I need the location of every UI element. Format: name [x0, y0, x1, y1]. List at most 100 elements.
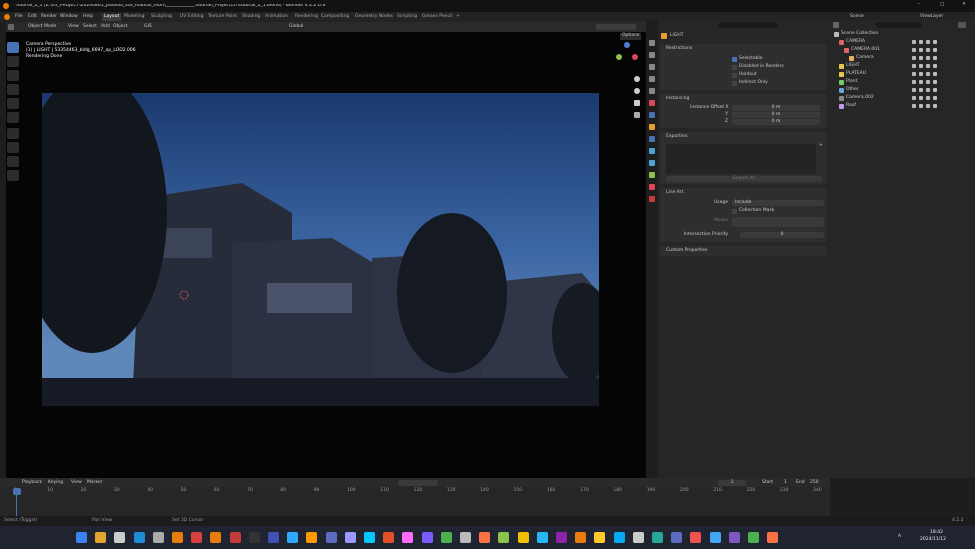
camera-toggle-icon[interactable]	[933, 104, 937, 108]
camera-toggle-icon[interactable]	[933, 96, 937, 100]
select-toggle-icon[interactable]	[919, 104, 923, 108]
usage-dropdown[interactable]: Include	[732, 200, 824, 206]
outliner-search-input[interactable]	[876, 22, 922, 28]
taskbar-app-icon[interactable]	[210, 532, 222, 543]
exporters-header[interactable]: Exporters	[666, 134, 688, 140]
taskbar-app-icon[interactable]	[556, 532, 567, 543]
checkbox-icon[interactable]	[912, 64, 916, 68]
line-art-header[interactable]: Line Art	[666, 190, 684, 196]
scale-tool-icon[interactable]	[7, 98, 19, 109]
taskbar-app-icon[interactable]	[479, 532, 491, 543]
lock-icon[interactable]	[634, 112, 640, 118]
instance-offset-y-field[interactable]: 0 m	[732, 112, 820, 118]
add-exporter-button[interactable]: +	[819, 143, 823, 149]
taskbar-app-icon[interactable]	[690, 532, 702, 543]
workspace-tab-animation[interactable]: Animation	[265, 14, 288, 20]
select-toggle-icon[interactable]	[919, 48, 923, 52]
maximize-button[interactable]: □	[940, 2, 944, 8]
viewport-menu-select[interactable]: Select	[83, 24, 97, 30]
output-tab-icon[interactable]	[649, 64, 655, 70]
menu-edit[interactable]: Edit	[28, 14, 37, 20]
pan-icon[interactable]	[634, 88, 640, 94]
render-tab-icon[interactable]	[649, 52, 655, 58]
editor-type-icon[interactable]	[8, 24, 14, 30]
texture-tab-icon[interactable]	[649, 196, 655, 202]
taskbar-app-icon[interactable]	[152, 532, 164, 543]
properties-search-input[interactable]	[718, 22, 778, 28]
taskbar-app-icon[interactable]	[652, 532, 663, 543]
add-workspace-button[interactable]: +	[456, 14, 460, 20]
taskbar-app-icon[interactable]	[172, 532, 183, 543]
exporters-list[interactable]	[666, 144, 816, 174]
gizmo-y-axis-icon[interactable]	[616, 54, 622, 60]
taskbar-app-icon[interactable]	[383, 532, 395, 543]
outliner-row[interactable]: Other	[830, 87, 975, 94]
playback-controls[interactable]	[398, 480, 438, 486]
taskbar-app-icon[interactable]	[575, 532, 587, 543]
shading-modes-group[interactable]	[596, 24, 636, 30]
eye-icon[interactable]	[926, 88, 930, 92]
object-name-field[interactable]: LIGHT	[670, 33, 683, 39]
select-toggle-icon[interactable]	[919, 88, 923, 92]
timeline-menu-view[interactable]: View	[71, 480, 82, 486]
eye-icon[interactable]	[926, 72, 930, 76]
camera-toggle-icon[interactable]	[933, 72, 937, 76]
taskbar-app-icon[interactable]	[268, 532, 279, 543]
timeline-menu-keying[interactable]: Keying	[48, 480, 63, 486]
end-frame-field[interactable]: 250	[810, 480, 819, 486]
taskbar-app-icon[interactable]	[76, 532, 87, 543]
blender-menu-icon[interactable]	[4, 14, 10, 20]
select-toggle-icon[interactable]	[919, 64, 923, 68]
workspace-tab-layout[interactable]: Layout	[102, 14, 122, 21]
taskbar-app-icon[interactable]	[440, 532, 452, 543]
outliner-editor-icon[interactable]	[833, 22, 839, 28]
eye-icon[interactable]	[926, 48, 930, 52]
restrictions-header[interactable]: Restrictions	[666, 46, 692, 52]
taskbar-app-icon[interactable]	[728, 532, 740, 543]
eye-icon[interactable]	[926, 64, 930, 68]
viewport-menu-object[interactable]: Object	[113, 24, 128, 30]
checkbox-icon[interactable]	[912, 40, 916, 44]
outliner-row[interactable]: Roof	[830, 103, 975, 110]
checkbox-icon[interactable]	[912, 80, 916, 84]
outliner-row[interactable]: Camera	[830, 55, 975, 62]
taskbar-app-icon[interactable]	[364, 532, 375, 543]
tool-tab-icon[interactable]	[649, 40, 655, 46]
rotate-tool-icon[interactable]	[7, 84, 19, 95]
outliner-row[interactable]: Camera.002	[830, 95, 975, 102]
taskbar-app-icon[interactable]	[229, 532, 241, 543]
collection-mask-checkbox[interactable]	[732, 209, 737, 214]
zoom-icon[interactable]	[634, 76, 640, 82]
taskbar-app-icon[interactable]	[498, 532, 510, 543]
clock-date[interactable]: 2024/11/12	[920, 537, 946, 543]
playhead[interactable]	[13, 488, 21, 495]
taskbar-app-icon[interactable]	[248, 532, 260, 543]
checkbox-icon[interactable]	[912, 72, 916, 76]
indirect-only-checkbox[interactable]	[732, 81, 737, 86]
instance-offset-x-field[interactable]: 0 m	[732, 105, 820, 111]
physics-tab-icon[interactable]	[649, 160, 655, 166]
scene-selector[interactable]: Scene	[850, 14, 864, 20]
minimize-button[interactable]: –	[918, 2, 920, 8]
gis-menu[interactable]: GIS	[144, 24, 152, 30]
workspace-tab-geometry-nodes[interactable]: Geometry Nodes	[355, 14, 393, 20]
timeline-menu-playback[interactable]: Playback	[22, 480, 42, 486]
start-frame-field[interactable]: 1	[784, 480, 787, 486]
timeline-ruler[interactable]: 0102030405060708090100110120130140150160…	[0, 488, 830, 496]
constraints-tab-icon[interactable]	[649, 172, 655, 178]
camera-toggle-icon[interactable]	[933, 56, 937, 60]
taskbar-app-icon[interactable]	[632, 532, 644, 543]
workspace-tab-uv-editing[interactable]: UV Editing	[180, 14, 203, 20]
checkbox-icon[interactable]	[912, 88, 916, 92]
taskbar-app-icon[interactable]	[402, 532, 414, 543]
clock-time[interactable]: 18:42	[930, 530, 943, 536]
taskbar-app-icon[interactable]	[133, 532, 145, 543]
workspace-tab-compositing[interactable]: Compositing	[321, 14, 349, 20]
export-all-button[interactable]: Export All	[666, 176, 822, 182]
taskbar-app-icon[interactable]	[344, 532, 356, 543]
workspace-tab-grease-pencil[interactable]: Grease Pencil	[422, 14, 452, 20]
menu-help[interactable]: Help	[83, 14, 93, 20]
outliner-row[interactable]: CAMERA.001	[830, 47, 975, 54]
menu-window[interactable]: Window	[60, 14, 78, 20]
select-toggle-icon[interactable]	[919, 80, 923, 84]
